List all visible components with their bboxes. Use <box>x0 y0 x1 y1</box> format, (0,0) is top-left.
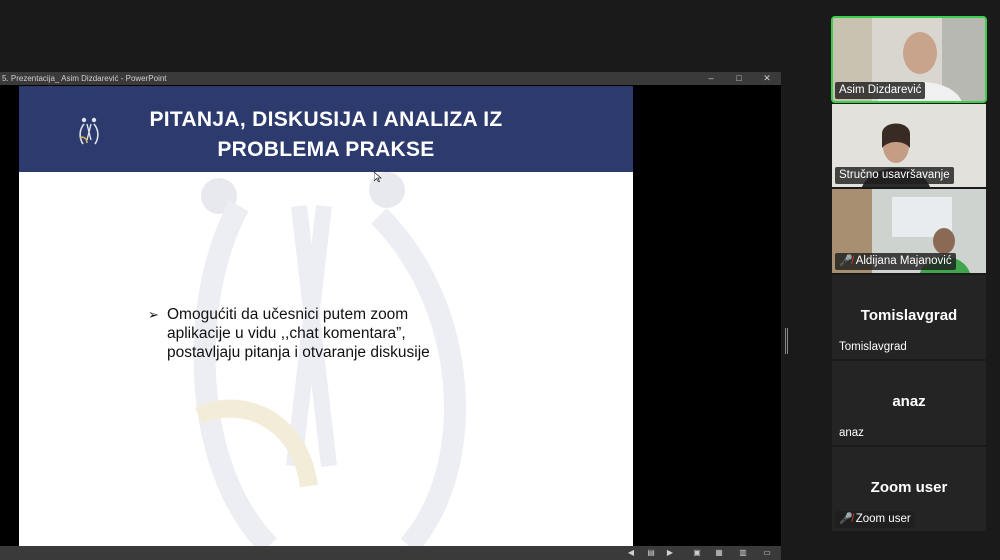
participant-name: Stručno usavršavanje <box>835 167 954 184</box>
minimize-button[interactable]: – <box>704 72 718 85</box>
slide: PITANJA, DISKUSIJA I ANALIZA IZ PROBLEMA… <box>19 86 633 546</box>
bullet-text: Omogućiti da učesnici putem zoom aplikac… <box>167 306 430 361</box>
next-slide-icon[interactable]: ▶ <box>665 548 675 558</box>
powerpoint-titlebar: 5. Prezentacija_ Asim Dizdarević - Power… <box>0 72 781 85</box>
participant-tile-asim[interactable]: Asim Dizdarević <box>831 16 987 103</box>
muted-mic-icon: 🎤̸ <box>839 513 853 525</box>
slide-sorter-icon[interactable]: ▦ <box>714 548 724 558</box>
bullet-arrow-icon: ➢ <box>148 307 159 322</box>
maximize-button[interactable]: □ <box>732 72 746 85</box>
slideshow-icon[interactable]: ▭ <box>762 548 772 558</box>
participant-display-name: Zoom user <box>870 479 948 496</box>
participant-name: Tomislavgrad <box>839 341 907 353</box>
close-button[interactable]: ✕ <box>760 72 774 85</box>
participant-tile-anaz[interactable]: anaz anaz <box>832 361 986 445</box>
logo-icon <box>79 117 99 145</box>
slide-banner: PITANJA, DISKUSIJA I ANALIZA IZ PROBLEMA… <box>19 86 633 172</box>
participant-name: anaz <box>839 427 864 439</box>
reading-view-icon[interactable]: ▥ <box>738 548 748 558</box>
window-title: 5. Prezentacija_ Asim Dizdarević - Power… <box>2 74 167 83</box>
participant-tile-zoom-user[interactable]: Zoom user 🎤̸ Zoom user <box>832 447 986 531</box>
participant-display-name: anaz <box>892 393 926 410</box>
normal-view-icon[interactable]: ▣ <box>692 548 702 558</box>
mouse-cursor-icon <box>374 172 382 182</box>
muted-mic-icon: 🎤̸ <box>839 255 853 267</box>
participant-name: Asim Dizdarević <box>835 82 926 99</box>
slide-title: PITANJA, DISKUSIJA I ANALIZA IZ PROBLEMA… <box>149 108 503 161</box>
participant-display-name: Tomislavgrad <box>860 307 958 324</box>
panel-resize-handle[interactable] <box>785 328 788 354</box>
bullet-item: ➢ Omogućiti da učesnici putem zoom aplik… <box>148 305 469 362</box>
shared-screen: 5. Prezentacija_ Asim Dizdarević - Power… <box>0 72 781 560</box>
menu-icon[interactable]: ▤ <box>646 548 656 558</box>
participant-name: 🎤̸ Zoom user <box>835 511 915 528</box>
previous-slide-icon[interactable]: ◀ <box>626 548 636 558</box>
participant-tile-strucno[interactable]: Stručno usavršavanje <box>832 104 986 187</box>
participant-tile-aldijana[interactable]: 🎤̸ Aldijana Majanović <box>832 189 986 273</box>
participant-tile-tomislavgrad[interactable]: Tomislavgrad Tomislavgrad <box>832 275 986 359</box>
participant-name: 🎤̸ Aldijana Majanović <box>835 253 956 270</box>
powerpoint-statusbar: ◀ ▤ ▶ ▣ ▦ ▥ ▭ <box>0 546 781 560</box>
